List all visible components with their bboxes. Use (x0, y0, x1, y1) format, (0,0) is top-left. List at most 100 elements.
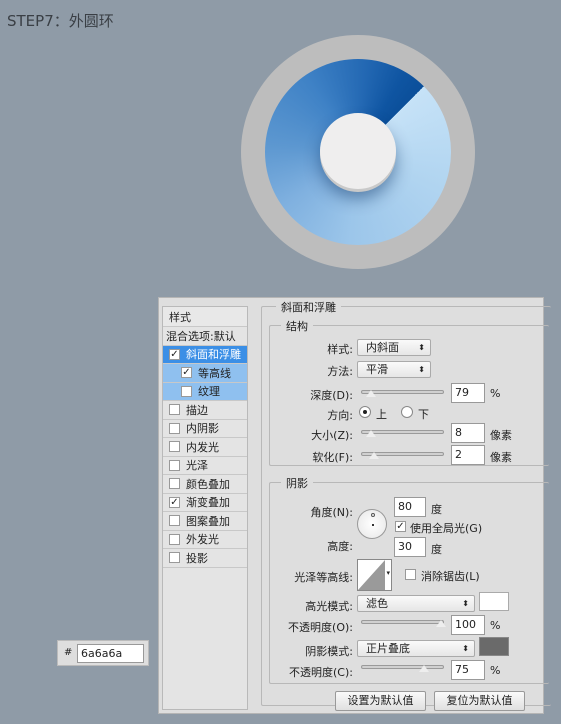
checkbox[interactable] (169, 478, 180, 490)
style-item[interactable]: 外发光 (163, 531, 247, 549)
slider-thumb[interactable] (436, 620, 446, 627)
global-light-label: 使用全局光(G) (410, 522, 483, 535)
style-item[interactable]: 纹理 (163, 382, 247, 401)
direction-up-radio[interactable] (359, 406, 371, 418)
angle-label: 角度(N): (310, 506, 353, 519)
size-label: 大小(Z): (311, 429, 353, 442)
depth-label: 深度(D): (310, 389, 353, 402)
method-select[interactable]: 平滑 ⬍ (357, 361, 431, 378)
checkbox[interactable] (169, 404, 180, 416)
altitude-label: 高度: (327, 540, 353, 553)
size-slider[interactable] (361, 430, 444, 437)
style-select[interactable]: 内斜面 ⬍ (357, 339, 431, 356)
slider-thumb[interactable] (419, 665, 429, 672)
percent-unit: % (490, 664, 501, 677)
altitude-unit: 度 (431, 543, 442, 556)
hex-box: # 6a6a6a (57, 640, 149, 666)
angle-input[interactable]: 80 (394, 497, 426, 517)
updown-icon: ⬍ (462, 599, 469, 608)
shadow-opacity-slider[interactable] (361, 665, 444, 672)
highlight-color-swatch[interactable] (479, 592, 509, 611)
style-item[interactable]: 描边 (163, 401, 247, 420)
slider-thumb[interactable] (366, 390, 376, 397)
checkbox[interactable] (169, 533, 180, 545)
style-item-label: 渐变叠加 (186, 496, 230, 510)
style-item[interactable]: 投影 (163, 549, 247, 568)
angle-unit: 度 (431, 503, 442, 516)
checkbox[interactable] (169, 441, 180, 453)
style-item[interactable]: 图案叠加 (163, 512, 247, 531)
updown-icon: ⬍ (418, 365, 425, 374)
shadow-mode-select[interactable]: 正片叠底 ⬍ (357, 640, 475, 657)
blend-options[interactable]: 混合选项:默认 (163, 327, 247, 346)
checkbox[interactable] (169, 422, 180, 434)
depth-input[interactable]: 79 (451, 383, 485, 403)
style-item[interactable]: 光泽 (163, 457, 247, 475)
style-item-label: 斜面和浮雕 (186, 348, 241, 362)
size-input[interactable]: 8 (451, 423, 485, 443)
style-item[interactable]: 颜色叠加 (163, 475, 247, 494)
style-item-label: 纹理 (198, 385, 220, 399)
styles-list: 样式 混合选项:默认 ✓ 斜面和浮雕 ✓ 等高线纹理描边内阴影内发光光泽颜色叠加 ✓ 渐变… (162, 306, 248, 710)
checkbox[interactable]: ✓ (169, 496, 180, 508)
antialias-checkbox[interactable] (405, 569, 416, 580)
hex-input[interactable]: 6a6a6a (77, 644, 144, 663)
checkbox[interactable]: ✓ (181, 367, 192, 379)
slider-thumb[interactable] (366, 430, 376, 437)
size-unit: 像素 (490, 429, 512, 442)
styles-header[interactable]: 样式 (163, 307, 247, 327)
checkbox[interactable]: ✓ (169, 348, 180, 360)
checkbox[interactable] (181, 385, 192, 397)
global-light-checkbox[interactable]: ✓ (395, 521, 406, 532)
direction-down-radio[interactable] (401, 406, 413, 418)
reset-default-button[interactable]: 复位为默认值 (434, 691, 525, 711)
set-default-button[interactable]: 设置为默认值 (335, 691, 426, 711)
checkbox[interactable] (169, 552, 180, 564)
style-item[interactable]: 内发光 (163, 438, 247, 457)
style-item[interactable]: ✓ 等高线 (163, 364, 247, 383)
structure-title: 结构 (281, 318, 313, 334)
highlight-opacity-label: 不透明度(O): (288, 621, 353, 634)
soften-slider[interactable] (361, 452, 444, 459)
contour-preview-icon (358, 560, 385, 590)
style-label: 样式: (327, 343, 353, 356)
style-item-label: 内发光 (186, 440, 219, 454)
shadow-color-swatch[interactable] (479, 637, 509, 656)
gloss-contour-picker[interactable]: ▾ (357, 559, 392, 591)
style-item-label: 图案叠加 (186, 514, 230, 528)
hex-prefix: # (64, 647, 73, 658)
style-item[interactable]: 内阴影 (163, 420, 247, 438)
shading-title: 阴影 (281, 475, 313, 491)
direction-down-label: 下 (418, 408, 429, 421)
style-item-label: 等高线 (198, 366, 231, 380)
highlight-mode-select[interactable]: 滤色 ⬍ (357, 595, 475, 612)
method-value: 平滑 (366, 363, 388, 376)
style-item[interactable]: ✓ 渐变叠加 (163, 494, 247, 512)
style-value: 内斜面 (366, 341, 399, 354)
percent-unit: % (490, 619, 501, 632)
angle-dial[interactable] (357, 509, 387, 539)
highlight-mode-label: 高光模式: (305, 600, 353, 613)
layer-style-dialog: 样式 混合选项:默认 ✓ 斜面和浮雕 ✓ 等高线纹理描边内阴影内发光光泽颜色叠加 ✓ 渐变… (158, 297, 551, 714)
highlight-opacity-slider[interactable] (361, 620, 446, 627)
shadow-opacity-input[interactable]: 75 (451, 660, 485, 680)
highlight-opacity-input[interactable]: 100 (451, 615, 485, 635)
soften-unit: 像素 (490, 451, 512, 464)
style-item-label: 颜色叠加 (186, 477, 230, 491)
center-knob (320, 113, 396, 189)
style-item[interactable]: ✓ 斜面和浮雕 (163, 345, 247, 364)
gloss-contour-label: 光泽等高线: (294, 571, 353, 584)
direction-up-label: 上 (376, 408, 387, 421)
checkbox[interactable] (169, 515, 180, 527)
altitude-input[interactable]: 30 (394, 537, 426, 557)
dial-center (372, 524, 374, 526)
depth-slider[interactable] (361, 390, 444, 397)
style-item-label: 描边 (186, 403, 208, 417)
direction-label: 方向: (327, 409, 353, 422)
angle-handle[interactable] (371, 513, 375, 517)
checkbox[interactable] (169, 459, 180, 471)
shadow-mode-value: 正片叠底 (366, 642, 410, 655)
soften-input[interactable]: 2 (451, 445, 485, 465)
slider-thumb[interactable] (369, 452, 379, 459)
soften-label: 软化(F): (312, 451, 353, 464)
